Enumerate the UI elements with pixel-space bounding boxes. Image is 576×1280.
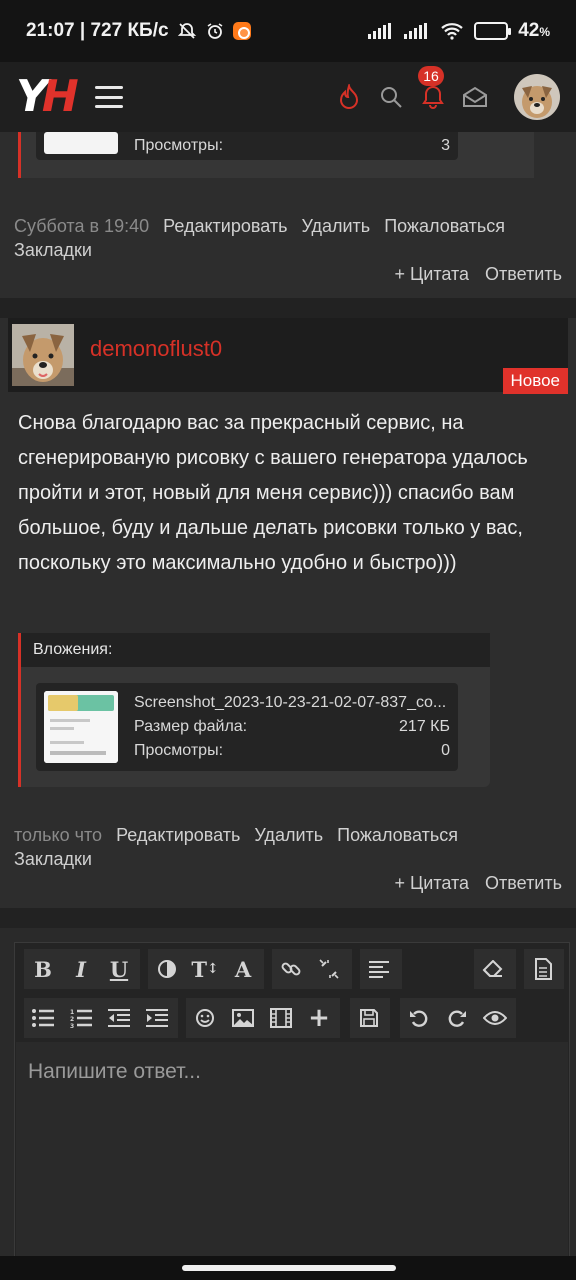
indent-icon[interactable]	[138, 998, 176, 1038]
toolbar-group-lists: 123	[24, 998, 178, 1038]
toolbar-group-source	[524, 949, 564, 989]
svg-text:3: 3	[70, 1023, 74, 1028]
attachment-thumbnail	[44, 691, 118, 763]
views-label: Просмотры:	[134, 742, 224, 759]
bullet-list-icon[interactable]	[24, 998, 62, 1038]
views-label: Просмотры:	[134, 137, 224, 154]
outdent-icon[interactable]	[100, 998, 138, 1038]
svg-text:2: 2	[70, 1016, 74, 1023]
bold-button[interactable]: B	[24, 949, 62, 989]
toolbar-group-save	[350, 998, 390, 1038]
app-notification-icon	[232, 22, 251, 40]
signal-icon-2	[404, 23, 430, 39]
link-icon[interactable]	[272, 949, 310, 989]
italic-button[interactable]: I	[62, 949, 100, 989]
report-link[interactable]: Пожаловаться	[384, 216, 505, 237]
post-meta-row: только что Редактировать Удалить Пожалов…	[14, 825, 458, 846]
home-gesture-bar[interactable]	[182, 1265, 396, 1271]
battery-percent-sign: %	[539, 25, 550, 39]
toolbar-group-align	[360, 949, 402, 989]
author-avatar[interactable]	[12, 324, 74, 386]
file-size-value: 217 КБ	[399, 718, 450, 735]
quote-button[interactable]: + Цитата	[394, 873, 469, 894]
new-badge: Новое	[502, 368, 568, 394]
edit-link[interactable]: Редактировать	[163, 216, 287, 237]
post-body: Снова благодарю вас за прекрасный сервис…	[18, 412, 528, 574]
image-icon[interactable]	[224, 998, 262, 1038]
attachment-thumbnail	[44, 132, 118, 154]
menu-icon[interactable]	[94, 86, 123, 108]
redo-icon[interactable]	[438, 998, 476, 1038]
attachment-item[interactable]: Screenshot_2023-10-23-21-02-07-837_co...…	[36, 683, 458, 771]
wifi-icon	[440, 22, 464, 40]
app-header: YH 16	[0, 62, 576, 132]
mail-icon[interactable]	[462, 84, 488, 110]
toolbar-group-clear	[474, 949, 516, 989]
site-logo[interactable]: YH	[16, 75, 79, 119]
delete-link[interactable]: Удалить	[254, 825, 323, 846]
mute-bell-icon	[177, 21, 197, 41]
eraser-icon[interactable]	[474, 949, 512, 989]
svg-text:1: 1	[70, 1009, 74, 1016]
document-icon[interactable]	[524, 949, 562, 989]
video-icon[interactable]	[262, 998, 300, 1038]
smiley-icon[interactable]	[186, 998, 224, 1038]
file-size-label: Размер файла:	[134, 718, 248, 735]
user-avatar[interactable]	[514, 74, 560, 120]
post-author-bar: demonoflust0 Новое	[8, 318, 568, 394]
bell-icon[interactable]: 16	[418, 66, 446, 110]
author-name[interactable]: demonoflust0	[90, 336, 222, 362]
alarm-icon	[205, 21, 225, 41]
status-time-speed: 21:07 | 727 КБ/с	[26, 20, 169, 41]
font-family-button[interactable]: A	[224, 949, 262, 989]
numbered-list-icon[interactable]: 123	[62, 998, 100, 1038]
fire-icon[interactable]	[336, 84, 362, 110]
undo-icon[interactable]	[400, 998, 438, 1038]
font-size-button[interactable]: T ↕	[186, 949, 224, 989]
search-icon[interactable]	[378, 84, 404, 110]
toolbar-group-links	[272, 949, 352, 989]
quote-button[interactable]: + Цитата	[394, 264, 469, 285]
post-separator	[0, 908, 576, 928]
battery-percent: 42	[518, 20, 540, 41]
reply-input[interactable]: Напишите ответ...	[16, 1042, 568, 1260]
insert-plus-button[interactable]: +	[300, 998, 338, 1038]
post-meta-row: Суббота в 19:40 Редактировать Удалить По…	[14, 216, 505, 237]
post-date[interactable]: только что	[14, 825, 102, 846]
toolbar-group-insert: +	[186, 998, 340, 1038]
edit-link[interactable]: Редактировать	[116, 825, 240, 846]
views-value: 3	[441, 137, 450, 154]
align-icon[interactable]	[360, 949, 398, 989]
toolbar-group-history	[400, 998, 516, 1038]
attachment-filename[interactable]: Screenshot_2023-10-23-21-02-07-837_co...	[134, 691, 450, 715]
underline-button[interactable]: U	[100, 949, 138, 989]
toolbar-group-format: B I U	[24, 949, 140, 989]
post-date[interactable]: Суббота в 19:40	[14, 216, 149, 237]
attachments-header: Вложения:	[18, 633, 490, 667]
reply-button[interactable]: Ответить	[485, 264, 562, 285]
report-link[interactable]: Пожаловаться	[337, 825, 458, 846]
post-separator	[0, 298, 576, 318]
preview-eye-icon[interactable]	[476, 998, 514, 1038]
save-draft-icon[interactable]	[350, 998, 388, 1038]
attachment-item[interactable]: Просмотры: 3	[36, 132, 458, 160]
color-icon[interactable]	[148, 949, 186, 989]
bookmarks-link[interactable]: Закладки	[14, 849, 92, 870]
notifications-count-badge: 16	[418, 66, 444, 86]
reply-button[interactable]: Ответить	[485, 873, 562, 894]
system-nav-bar	[0, 1256, 576, 1280]
signal-icon	[368, 23, 394, 39]
toolbar-group-style: T ↕ A	[148, 949, 264, 989]
status-bar: 21:07 | 727 КБ/с 42%	[0, 0, 576, 62]
battery-icon	[474, 22, 512, 40]
bookmarks-link[interactable]: Закладки	[14, 240, 92, 261]
views-value: 0	[441, 742, 450, 759]
delete-link[interactable]: Удалить	[301, 216, 370, 237]
unlink-icon[interactable]	[310, 949, 348, 989]
